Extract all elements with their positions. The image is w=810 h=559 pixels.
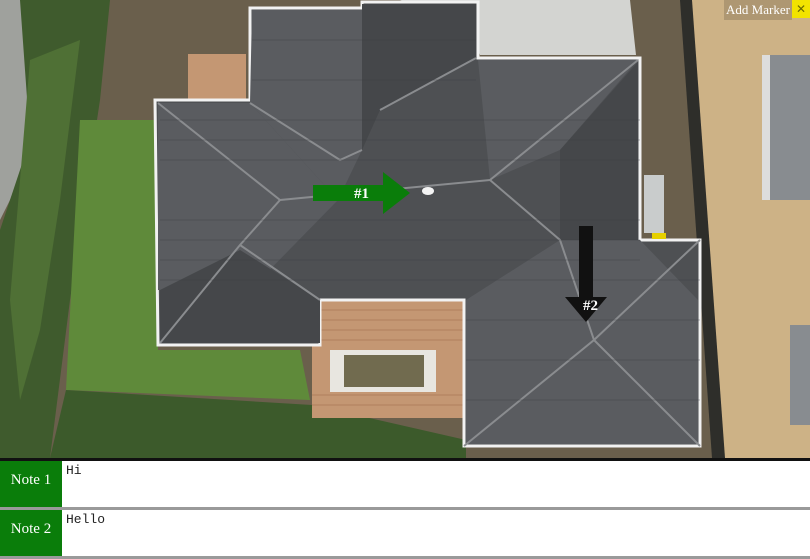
note-2-input[interactable]: Hello bbox=[64, 510, 808, 556]
note-2-label: Note 2 bbox=[0, 510, 62, 556]
note-row-1: Note 1 Hi bbox=[0, 461, 810, 507]
roof-image bbox=[0, 0, 810, 458]
marker-2-label: #2 bbox=[583, 298, 598, 314]
add-marker-button[interactable]: Add Marker bbox=[724, 0, 792, 20]
note-1-label: Note 1 bbox=[0, 461, 62, 507]
aerial-photo[interactable]: #1 #2 Add Marker ✕ bbox=[0, 0, 810, 458]
close-icon[interactable]: ✕ bbox=[792, 0, 810, 18]
note-1-input[interactable]: Hi bbox=[64, 461, 808, 507]
note-row-2: Note 2 Hello bbox=[0, 510, 810, 556]
marker-1-label: #1 bbox=[354, 186, 369, 202]
